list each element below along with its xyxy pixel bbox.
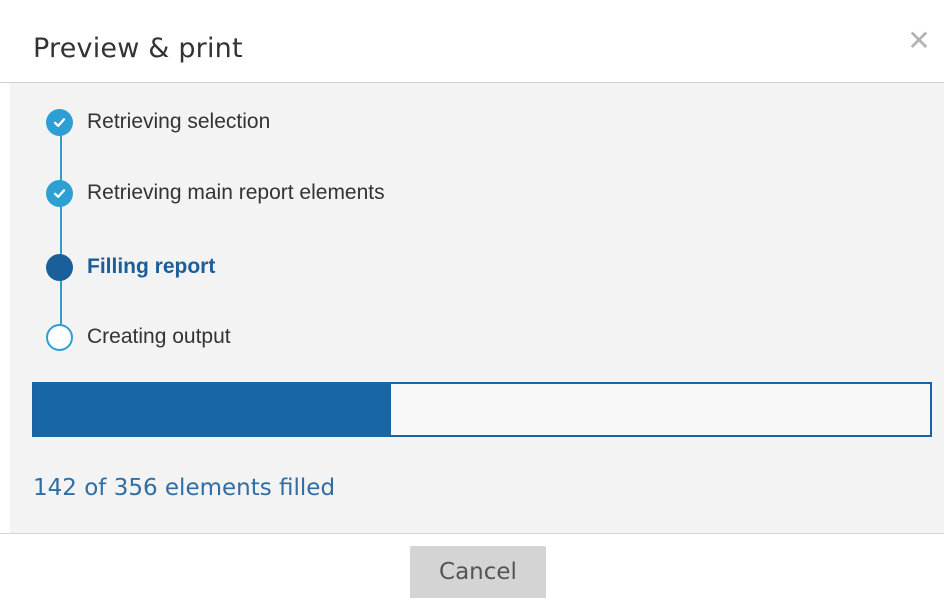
step-list: Retrieving selection Retrieving main rep… xyxy=(10,83,944,373)
check-icon xyxy=(46,108,73,136)
progress-bar xyxy=(32,382,932,437)
dialog-title: Preview & print xyxy=(33,33,243,64)
active-dot-icon xyxy=(46,253,73,281)
close-button[interactable]: ✕ xyxy=(904,26,934,56)
dialog-footer: Cancel xyxy=(0,533,944,598)
step-connector xyxy=(60,123,62,338)
step-label: Retrieving main report elements xyxy=(87,181,385,204)
step-label: Filling report xyxy=(87,255,216,278)
dialog-body: Retrieving selection Retrieving main rep… xyxy=(10,83,944,533)
dialog-header: Preview & print ✕ xyxy=(0,0,944,83)
close-icon: ✕ xyxy=(907,24,931,57)
progress-status-text: 142 of 356 elements filled xyxy=(33,475,336,501)
step-label: Retrieving selection xyxy=(87,110,271,133)
preview-print-dialog: Preview & print ✕ Retrieving selection R… xyxy=(0,0,944,598)
cancel-button[interactable]: Cancel xyxy=(410,546,546,598)
step-filling-report: Filling report xyxy=(46,252,215,282)
step-label: Creating output xyxy=(87,325,231,348)
empty-circle-icon xyxy=(46,323,73,351)
check-icon xyxy=(46,179,73,207)
step-retrieving-main-report-elements: Retrieving main report elements xyxy=(46,178,385,208)
progress-bar-fill xyxy=(34,384,392,435)
step-retrieving-selection: Retrieving selection xyxy=(46,107,270,137)
step-creating-output: Creating output xyxy=(46,322,231,352)
